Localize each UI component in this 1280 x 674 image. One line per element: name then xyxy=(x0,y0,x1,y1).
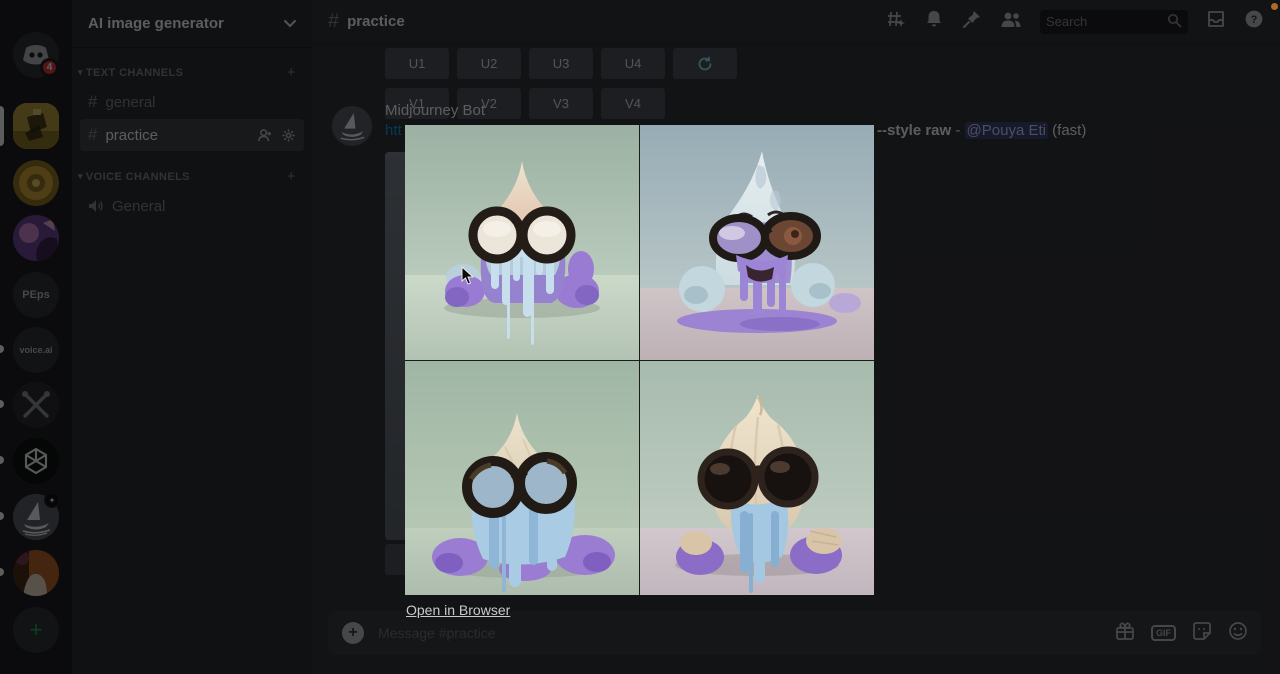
discord-app-window: 4 xyxy=(0,0,1280,674)
generated-image-quadrant-1 xyxy=(405,125,639,360)
open-in-browser-link[interactable]: Open in Browser xyxy=(406,602,510,618)
generated-image-grid xyxy=(405,125,874,595)
recording-indicator-dot xyxy=(1271,3,1278,10)
mouse-cursor xyxy=(461,266,476,291)
generated-image-quadrant-4 xyxy=(640,361,874,595)
generated-image-quadrant-2 xyxy=(640,125,874,360)
image-preview-modal: Open in Browser xyxy=(405,125,874,595)
generated-image-quadrant-3 xyxy=(405,361,639,595)
